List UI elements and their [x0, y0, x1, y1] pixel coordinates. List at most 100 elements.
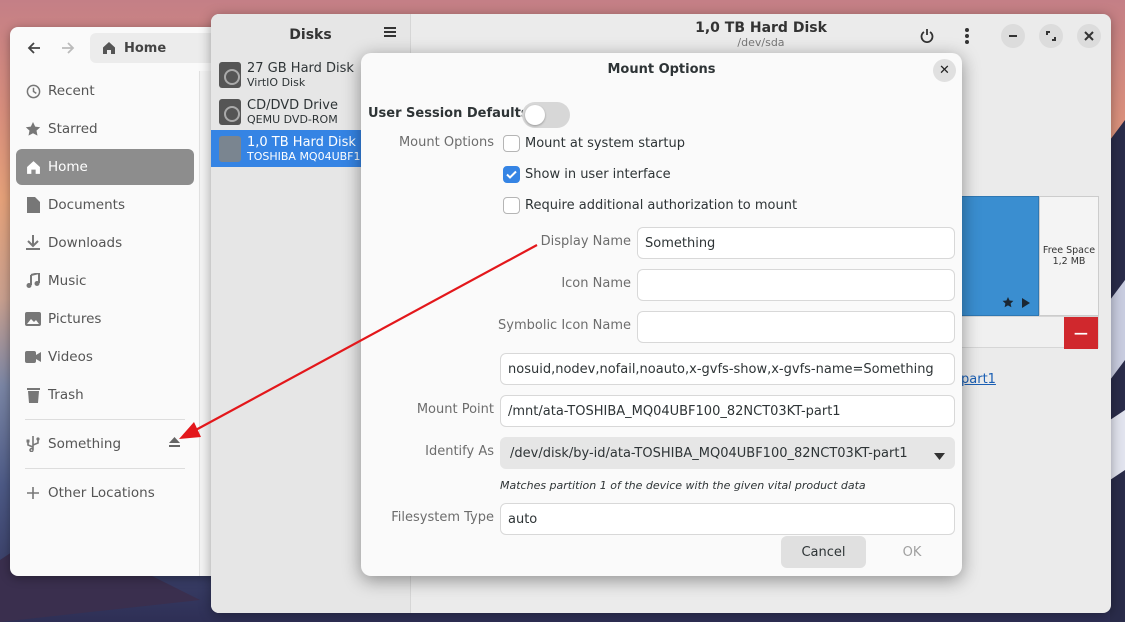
dialog-title: Mount Options	[607, 62, 716, 77]
checkbox-label: Require additional authorization to moun…	[525, 198, 798, 213]
power-off-button[interactable]	[915, 24, 939, 48]
display-name-label: Display Name	[540, 234, 631, 249]
free-space-size: 1,2 MB	[1052, 256, 1086, 267]
download-icon	[25, 235, 41, 251]
sidebar-item-downloads[interactable]: Downloads	[16, 225, 194, 261]
hard-disk-icon	[219, 61, 241, 88]
partition-device-link[interactable]: part1	[961, 372, 996, 387]
sidebar-item-recent[interactable]: Recent	[16, 73, 194, 109]
sidebar-item-label: Other Locations	[48, 485, 155, 501]
ok-button[interactable]: OK	[873, 536, 951, 568]
sidebar-item-label: Documents	[48, 197, 125, 213]
disks-sidebar-header: Disks	[211, 14, 410, 56]
mount-point-field[interactable]: /mnt/ata-TOSHIBA_MQ04UBF100_82NCT03KT-pa…	[500, 395, 955, 427]
plus-icon	[25, 485, 41, 501]
eject-icon[interactable]	[169, 436, 180, 452]
dialog-close-button[interactable]: ✕	[933, 59, 956, 82]
sidebar-item-label: Home	[48, 159, 88, 175]
sidebar-item-music[interactable]: Music	[16, 263, 194, 299]
hamburger-menu-icon[interactable]	[384, 26, 396, 42]
sidebar-item-videos[interactable]: Videos	[16, 339, 194, 375]
sidebar-item-label: Pictures	[48, 311, 102, 327]
checkbox-mount-at-startup[interactable]: Mount at system startup	[503, 135, 685, 152]
close-icon: ✕	[939, 63, 950, 78]
checkbox-label: Mount at system startup	[525, 136, 685, 151]
sidebar-item-label: Something	[48, 436, 122, 452]
user-session-defaults-switch[interactable]	[522, 102, 570, 128]
identify-as-dropdown[interactable]: /dev/disk/by-id/ata-TOSHIBA_MQ04UBF100_8…	[500, 437, 955, 469]
icon-name-field[interactable]	[637, 269, 955, 301]
checkbox-box[interactable]	[503, 135, 520, 152]
checkbox-require-auth[interactable]: Require additional authorization to moun…	[503, 197, 797, 214]
device-model: TOSHIBA MQ04UBF100	[247, 149, 375, 163]
sidebar-item-label: Downloads	[48, 235, 123, 251]
home-icon	[25, 159, 41, 175]
trash-icon	[25, 387, 41, 403]
minimize-button[interactable]	[1001, 24, 1025, 48]
symbolic-icon-name-label: Symbolic Icon Name	[498, 318, 631, 333]
partition-block[interactable]	[961, 196, 1039, 316]
sidebar-item-starred[interactable]: Starred	[16, 111, 194, 147]
picture-icon	[25, 311, 41, 327]
icon-name-label: Icon Name	[561, 276, 631, 291]
free-space-block[interactable]: Free Space 1,2 MB	[1039, 196, 1099, 316]
star-icon	[25, 121, 41, 137]
sidebar-item-trash[interactable]: Trash	[16, 377, 194, 413]
close-icon	[1084, 31, 1094, 41]
path-label: Home	[124, 40, 167, 56]
sidebar-item-label: Music	[48, 273, 87, 289]
usb-drive-icon	[219, 135, 241, 162]
delete-partition-button[interactable]: −	[1064, 317, 1098, 349]
sidebar-item-something-mount[interactable]: Something	[16, 426, 194, 462]
checkbox-show-in-ui[interactable]: Show in user interface	[503, 166, 671, 183]
minimize-icon	[1009, 35, 1017, 37]
checkmark-icon	[506, 170, 517, 179]
sidebar-separator	[25, 419, 185, 420]
sidebar-item-other-locations[interactable]: Other Locations	[16, 475, 194, 511]
device-model: QEMU DVD-ROM	[247, 112, 338, 126]
symbolic-icon-name-field[interactable]	[637, 311, 955, 343]
document-icon	[25, 197, 41, 213]
maximize-button[interactable]	[1039, 24, 1063, 48]
identify-as-label: Identify As	[425, 444, 494, 459]
files-window: Home Recent Starred Home Documents Downl…	[10, 27, 230, 576]
files-sidebar: Recent Starred Home Documents Downloads …	[10, 71, 200, 513]
volume-toolbar: −	[961, 316, 1099, 349]
sidebar-item-label: Recent	[48, 83, 95, 99]
sidebar-item-label: Videos	[48, 349, 93, 365]
close-window-button[interactable]	[1077, 24, 1101, 48]
optical-drive-icon	[219, 98, 241, 125]
free-space-label: Free Space	[1042, 245, 1096, 256]
home-icon	[102, 41, 116, 55]
mount-options-dialog: Mount Options ✕ User Session Defaults Mo…	[361, 53, 962, 576]
filesystem-type-field[interactable]: auto	[500, 503, 955, 535]
forward-button[interactable]	[54, 34, 82, 62]
user-session-defaults-label: User Session Defaults	[368, 106, 529, 121]
identify-as-value: /dev/disk/by-id/ata-TOSHIBA_MQ04UBF100_8…	[510, 445, 908, 461]
maximize-icon	[1046, 31, 1056, 41]
display-name-field[interactable]: Something	[637, 227, 955, 259]
chevron-down-icon	[934, 449, 945, 464]
identify-as-hint: Matches partition 1 of the device with t…	[500, 479, 866, 492]
sidebar-item-documents[interactable]: Documents	[16, 187, 194, 223]
path-bar[interactable]: Home	[90, 33, 230, 63]
arrow-left-icon	[27, 42, 40, 54]
cancel-button[interactable]: Cancel	[781, 536, 866, 568]
sidebar-item-label: Trash	[48, 387, 84, 403]
drive-menu-button[interactable]	[955, 24, 979, 48]
device-name: 1,0 TB Hard Disk	[247, 134, 356, 150]
checkbox-box[interactable]	[503, 166, 520, 183]
mount-point-label: Mount Point	[416, 402, 494, 417]
back-button[interactable]	[20, 34, 48, 62]
clock-icon	[25, 83, 41, 99]
power-icon	[920, 29, 934, 43]
checkbox-box[interactable]	[503, 197, 520, 214]
star-play-icon	[1002, 297, 1030, 308]
sidebar-item-home[interactable]: Home	[16, 149, 194, 185]
disks-sidebar-title: Disks	[289, 27, 332, 43]
sidebar-item-label: Starred	[48, 121, 98, 137]
checkbox-label: Show in user interface	[525, 167, 671, 182]
mount-options-field[interactable]: nosuid,nodev,nofail,noauto,x-gvfs-show,x…	[500, 353, 955, 385]
arrow-right-icon	[62, 42, 75, 54]
sidebar-item-pictures[interactable]: Pictures	[16, 301, 194, 337]
